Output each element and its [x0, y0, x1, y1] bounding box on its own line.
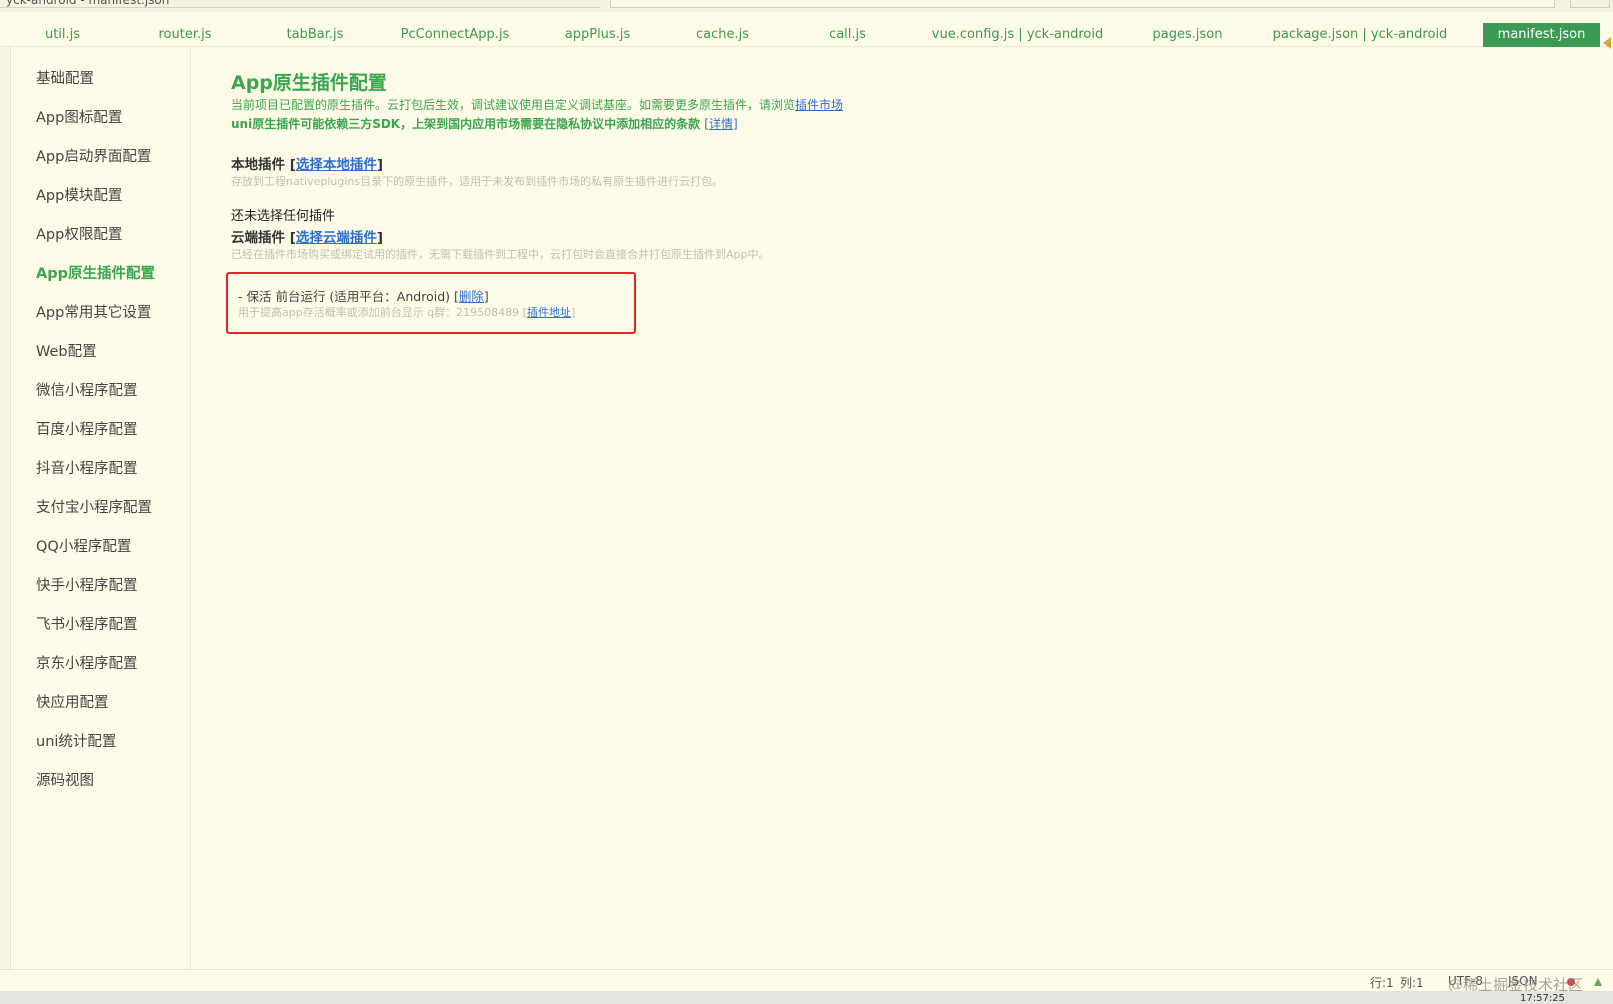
sidebar-item-app-native-plugins[interactable]: App原生插件配置	[36, 262, 155, 283]
sidebar-item-app-modules[interactable]: App模块配置	[36, 184, 122, 205]
local-plugins-label: 本地插件	[231, 157, 285, 173]
editor-tab-bar: util.js router.js tabBar.js PcConnectApp…	[0, 12, 1613, 49]
cloud-plugin-item: - 保活 前台运行 (适用平台：Android) [删除] 用于提高app存活概…	[226, 272, 636, 334]
sidebar-item-app-splash[interactable]: App启动界面配置	[36, 145, 151, 166]
tab-call-js[interactable]: call.js	[805, 22, 890, 48]
sidebar-item-douyin[interactable]: 抖音小程序配置	[36, 457, 138, 478]
sidebar-item-feishu[interactable]: 飞书小程序配置	[36, 613, 138, 634]
no-local-plugins-text: 还未选择任何插件	[231, 209, 336, 224]
search-box[interactable]	[610, 0, 1555, 8]
plugin-description-line: 用于提高app存活概率或添加前台显示 q群：219508489 [插件地址]	[238, 304, 575, 320]
window-title: yck-android - manifest.json	[0, 0, 600, 8]
sidebar-item-app-permissions[interactable]: App权限配置	[36, 223, 122, 244]
sidebar-item-jd[interactable]: 京东小程序配置	[36, 652, 138, 673]
sidebar-item-web[interactable]: Web配置	[36, 340, 97, 361]
delete-plugin-link[interactable]: 删除	[459, 289, 484, 304]
sidebar-item-app-icon[interactable]: App图标配置	[36, 106, 122, 127]
main-content: App原生插件配置 当前项目已配置的原生插件。云打包后生效，调试建议使用自定义调…	[191, 47, 1613, 969]
sidebar-item-app-other[interactable]: App常用其它设置	[36, 301, 151, 322]
plugin-name: - 保活 前台运行 (适用平台：Android)	[238, 289, 451, 304]
tab-pages-json[interactable]: pages.json	[1140, 22, 1235, 48]
privacy-notice-text: uni原生插件可能依赖三方SDK，上架到国内应用市场需要在隐私协议中添加相应的条…	[231, 117, 701, 131]
cloud-plugins-label: 云端插件	[231, 230, 285, 246]
plugin-address-link[interactable]: 插件地址	[527, 306, 571, 319]
tab-cache-js[interactable]: cache.js	[680, 22, 765, 48]
select-local-plugin-link[interactable]: 选择本地插件	[296, 157, 377, 173]
sidebar-item-source-view[interactable]: 源码视图	[36, 769, 94, 790]
sidebar-item-alipay[interactable]: 支付宝小程序配置	[36, 496, 152, 517]
sidebar-item-basic[interactable]: 基础配置	[36, 67, 94, 88]
taskbar: 17:57:25	[0, 991, 1613, 1004]
cursor-column[interactable]: 列:1	[1400, 974, 1424, 991]
plugin-market-link[interactable]: 插件市场	[795, 98, 843, 112]
toolbar-button[interactable]	[1570, 0, 1610, 8]
taskbar-clock: 17:57:25	[1520, 993, 1565, 1004]
page-title: App原生插件配置	[231, 72, 387, 94]
cloud-plugins-heading: 云端插件 [选择云端插件]	[231, 226, 383, 246]
description-text: 当前项目已配置的原生插件。云打包后生效，调试建议使用自定义调试基座。如需要更多原…	[231, 98, 796, 112]
config-sidebar: 基础配置 App图标配置 App启动界面配置 App模块配置 App权限配置 A…	[11, 47, 191, 969]
sidebar-item-baidu[interactable]: 百度小程序配置	[36, 418, 138, 439]
update-icon[interactable]	[1592, 973, 1604, 986]
bracket: ]	[483, 289, 489, 304]
local-plugins-heading: 本地插件 [选择本地插件]	[231, 153, 383, 173]
tab-pcconnectapp-js[interactable]: PcConnectApp.js	[395, 22, 515, 48]
privacy-details-link[interactable]: [详情]	[704, 117, 737, 131]
tab-router-js[interactable]: router.js	[140, 22, 230, 48]
cursor-line[interactable]: 行:1	[1370, 974, 1394, 991]
window-chrome: yck-android - manifest.json	[0, 0, 1613, 12]
tab-appplus-js[interactable]: appPlus.js	[550, 22, 645, 48]
sidebar-item-quickapp[interactable]: 快应用配置	[36, 691, 109, 712]
tab-vue-config-js[interactable]: vue.config.js | yck-android	[930, 22, 1105, 48]
tab-tabbar-js[interactable]: tabBar.js	[265, 22, 365, 48]
plugin-name-line: - 保活 前台运行 (适用平台：Android) [删除]	[238, 286, 489, 305]
status-bar: 行:1 列:1 UTF-8 JSON	[0, 969, 1613, 991]
select-cloud-plugin-link[interactable]: 选择云端插件	[296, 230, 377, 246]
privacy-notice: uni原生插件可能依赖三方SDK，上架到国内应用市场需要在隐私协议中添加相应的条…	[231, 115, 738, 132]
bracket: ]	[570, 306, 576, 319]
left-gutter	[0, 47, 11, 969]
sidebar-item-kuaishou[interactable]: 快手小程序配置	[36, 574, 138, 595]
tab-manifest-json[interactable]: manifest.json	[1483, 23, 1600, 47]
tab-package-json[interactable]: package.json | yck-android	[1270, 22, 1450, 48]
sidebar-item-wechat[interactable]: 微信小程序配置	[36, 379, 138, 400]
tab-util-js[interactable]: util.js	[20, 22, 105, 48]
sidebar-item-qq[interactable]: QQ小程序配置	[36, 535, 131, 556]
sidebar-item-uni-stat[interactable]: uni统计配置	[36, 730, 116, 751]
cloud-plugins-note: 已经在插件市场购买或绑定试用的插件，无需下载插件到工程中，云打包时会直接合并打包…	[231, 248, 770, 261]
local-plugins-note: 存放到工程nativeplugins目录下的原生插件，适用于未发布到插件市场的私…	[231, 175, 724, 188]
bracket: ]	[376, 157, 384, 173]
bracket: ]	[376, 230, 384, 246]
description-line: 当前项目已配置的原生插件。云打包后生效，调试建议使用自定义调试基座。如需要更多原…	[231, 96, 843, 113]
plugin-description: 用于提高app存活概率或添加前台显示 q群：219508489	[238, 306, 520, 319]
